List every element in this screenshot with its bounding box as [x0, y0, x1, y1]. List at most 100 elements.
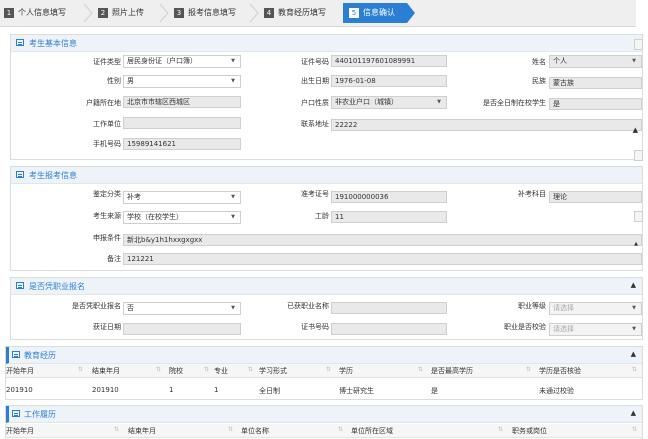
sort-icon[interactable]: ⇅ [498, 426, 503, 433]
by-cert-select[interactable]: 否 ▼ [123, 302, 241, 315]
column-header[interactable]: 开始年月 [6, 426, 34, 436]
basic-info-panel: 考生基本信息 证件类型 居民身份证（户口簿） ▼ 证件号码 44010119760… [10, 34, 643, 161]
sort-icon[interactable]: ⇅ [156, 366, 161, 373]
column-header[interactable]: 学历 [339, 366, 353, 376]
column-header[interactable]: 单位所在区域 [351, 426, 393, 436]
column-header[interactable]: 职务或岗位 [512, 426, 547, 436]
list-icon [12, 410, 20, 417]
hukou-nature-label: 户口性质 [301, 99, 329, 107]
column-header[interactable]: 单位名称 [241, 426, 269, 436]
exam-info-panel: 考生报考信息 鉴定分类 补考 ▼ 准考证号 191000000036 补考科目 理… [10, 166, 643, 271]
source-select[interactable]: 学校（在校学生） ▼ [123, 211, 241, 224]
work-history-header[interactable]: 工作履历 ▲ [6, 406, 642, 423]
scroll-indicator[interactable] [634, 150, 643, 161]
column-header[interactable]: 学历是否核验 [539, 366, 581, 376]
hukou-nature-select[interactable]: 非农业户口（城镇） ▼ [331, 96, 447, 109]
nation-field[interactable]: 蒙古族 [549, 77, 642, 89]
fulltime-student-field[interactable]: 是 [549, 98, 642, 110]
birth-date-label: 出生日期 [301, 77, 329, 85]
cert-verified-select[interactable]: 请选择 ▼ [549, 323, 642, 336]
makeup-subject-field[interactable]: 理论 [549, 191, 642, 203]
category-select[interactable]: 补考 ▼ [123, 191, 241, 204]
scroll-indicator[interactable] [634, 211, 643, 222]
vocational-header[interactable]: 是否凭职业报名 ▲ [11, 278, 642, 295]
step-5-active[interactable]: 5 信息确认 [343, 3, 415, 23]
chevron-up-icon[interactable]: ▲ [633, 126, 638, 134]
column-header[interactable]: 结束年月 [92, 366, 120, 376]
step-5-label: 信息确认 [363, 8, 395, 17]
gender-select[interactable]: 男 ▼ [123, 75, 241, 88]
list-icon [16, 282, 24, 289]
cert-name-field[interactable] [331, 302, 447, 314]
id-number-field[interactable]: 440101197601089991 [331, 55, 447, 67]
sort-icon[interactable]: ⇅ [526, 366, 531, 373]
sort-icon[interactable]: ⇅ [326, 366, 331, 373]
work-years-label: 工龄 [315, 212, 329, 220]
step-2[interactable]: 2 照片上传 [98, 6, 144, 20]
sort-icon[interactable]: ⇅ [114, 426, 119, 433]
wizard-steps: 1 个人信息填写 2 照片上传 3 报考信息填写 4 教育经历填写 5 信息确认 [0, 0, 636, 27]
chevron-up-icon[interactable]: ▲ [631, 350, 636, 358]
caret-down-icon: ▼ [632, 58, 636, 64]
table-cell: 全日制 [259, 387, 280, 395]
chevron-up-icon[interactable]: ▲ [634, 241, 638, 247]
chevron-up-icon[interactable]: ▲ [631, 281, 636, 289]
basic-info-header[interactable]: 考生基本信息 [11, 35, 642, 52]
condition-field[interactable]: 新北b&y1h1hxxgxgxx [123, 234, 642, 246]
education-title: 教育经历 [24, 351, 56, 360]
sort-icon[interactable]: ⇅ [228, 426, 233, 433]
table-row[interactable]: 201910 201910 1 1 全日制 博士研究生 是 未通过校验 [6, 383, 642, 397]
level-select[interactable]: 请选择 ▼ [549, 302, 642, 315]
step-1-number: 1 [4, 8, 14, 18]
column-header[interactable]: 专业 [214, 366, 228, 376]
sort-icon[interactable]: ⇅ [418, 366, 423, 373]
chevron-up-icon[interactable]: ▲ [631, 409, 636, 417]
phone-field[interactable]: 15989141621 [123, 138, 241, 150]
column-header[interactable]: 学习形式 [259, 366, 287, 376]
name-field[interactable]: 个人 ▼ [549, 55, 642, 68]
sort-icon[interactable]: ⇅ [248, 366, 253, 373]
column-header[interactable]: 院校 [169, 366, 183, 376]
column-header[interactable]: 开始年月 [6, 366, 34, 376]
step-4[interactable]: 4 教育经历填写 [264, 6, 326, 20]
list-icon [16, 171, 24, 178]
sort-icon[interactable]: ⇅ [204, 366, 209, 373]
table-cell: 未通过校验 [539, 387, 574, 395]
cert-number-field[interactable] [331, 323, 447, 335]
hukou-place-field[interactable]: 北京市市辖区西城区 [123, 96, 241, 108]
ticket-number-label: 准考证号 [301, 190, 329, 198]
sort-icon[interactable]: ⇅ [338, 426, 343, 433]
gender-value: 男 [127, 77, 134, 85]
table-cell: 是 [431, 387, 438, 395]
cert-date-field[interactable] [123, 323, 241, 335]
work-unit-field[interactable] [123, 117, 241, 129]
id-type-value: 居民身份证（户口簿） [127, 57, 197, 65]
work-years-field[interactable]: 11 [331, 211, 447, 223]
education-header[interactable]: 教育经历 ▲ [6, 347, 642, 364]
condition-label: 申报条件 [93, 234, 121, 242]
basic-info-title: 考生基本信息 [29, 39, 77, 48]
remark-field[interactable]: 121221 [123, 253, 642, 265]
step-1[interactable]: 1 个人信息填写 [4, 6, 66, 20]
sort-icon[interactable]: ⇅ [632, 426, 637, 433]
level-placeholder: 请选择 [553, 304, 574, 312]
address-label: 联系地址 [301, 120, 329, 128]
ticket-number-field[interactable]: 191000000036 [331, 191, 447, 203]
name-value: 个人 [553, 57, 567, 65]
column-header[interactable]: 结束年月 [128, 426, 156, 436]
sort-icon[interactable]: ⇅ [78, 366, 83, 373]
vocational-panel: 是否凭职业报名 ▲ 是否凭职业报名 否 ▼ 已获职业名称 职业等级 请选择 ▼ 获证… [10, 277, 643, 340]
caret-down-icon: ▼ [231, 305, 235, 311]
caret-down-icon: ▼ [231, 58, 235, 64]
fulltime-student-label: 是否全日制在校学生 [483, 99, 546, 107]
column-header[interactable]: 是否最高学历 [431, 366, 473, 376]
address-field[interactable]: 22222 [331, 119, 642, 131]
birth-date-field[interactable]: 1976-01-08 [331, 75, 447, 87]
step-1-label: 个人信息填写 [18, 8, 66, 17]
category-value: 补考 [127, 193, 141, 201]
id-type-select[interactable]: 居民身份证（户口簿） ▼ [123, 55, 241, 68]
sort-icon[interactable]: ⇅ [632, 366, 637, 373]
step-3[interactable]: 3 报考信息填写 [174, 6, 236, 20]
scroll-indicator[interactable] [634, 39, 643, 50]
exam-info-header[interactable]: 考生报考信息 [11, 167, 642, 184]
